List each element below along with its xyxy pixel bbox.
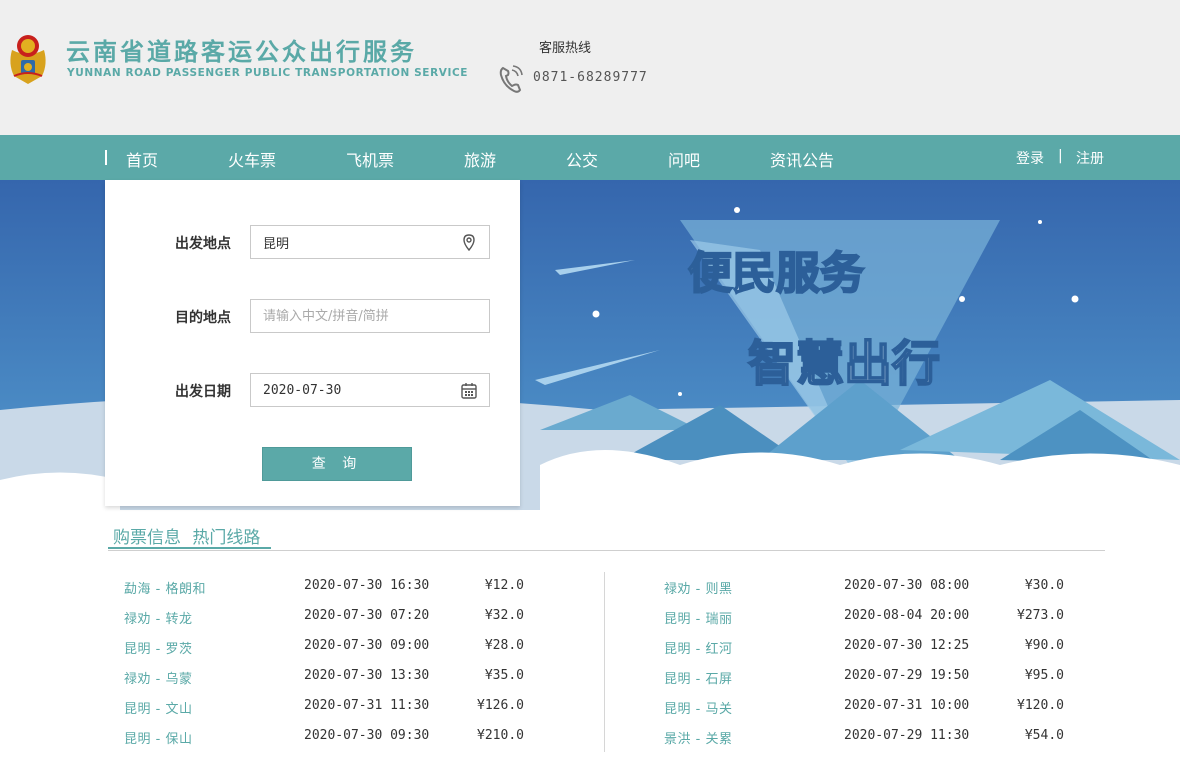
tab-hot-routes[interactable]: 热门线路: [192, 523, 260, 548]
register-link[interactable]: 注册: [1076, 148, 1104, 168]
route-price: ¥120.0: [1017, 698, 1064, 713]
from-input[interactable]: [251, 226, 451, 258]
route-name: 禄劝 - 乌蒙: [124, 672, 193, 687]
route-name: 昆明 - 石屏: [664, 672, 733, 687]
route-datetime: 2020-07-30 07:20: [304, 608, 430, 623]
site-header: 云南省道路客运公众出行服务 YUNNAN ROAD PASSENGER PUBL…: [0, 0, 1180, 135]
phone-icon: [499, 65, 523, 93]
route-price: ¥54.0: [1024, 728, 1064, 743]
route-price: ¥273.0: [1017, 608, 1064, 623]
route-row[interactable]: 禄劝 - 转龙 2020-07-30 07:20 ¥32.0: [124, 608, 524, 638]
route-row[interactable]: 禄劝 - 乌蒙 2020-07-30 13:30 ¥35.0: [124, 668, 524, 698]
route-name: 勐海 - 格朗和: [124, 582, 206, 597]
route-name: 昆明 - 保山: [124, 732, 193, 747]
route-price: ¥95.0: [1024, 668, 1064, 683]
route-name: 景洪 - 关累: [664, 732, 733, 747]
date-label: 出发日期: [175, 384, 231, 400]
date-field[interactable]: [250, 373, 490, 407]
routes-tabs: 购票信息 热门线路: [113, 523, 266, 548]
route-row[interactable]: 昆明 - 文山 2020-07-31 11:30 ¥126.0: [124, 698, 524, 728]
login-link[interactable]: 登录: [1016, 148, 1044, 168]
route-price: ¥30.0: [1024, 578, 1064, 593]
nav-divider: [105, 150, 107, 165]
site-title: 云南省道路客运公众出行服务: [66, 38, 417, 66]
banner-slogan-2: 智慧出行: [748, 336, 940, 392]
auth-separator: |: [1058, 148, 1063, 164]
route-name: 禄劝 - 转龙: [124, 612, 193, 627]
ticket-search-panel: 出发地点 目的地点 出发日期 查 询: [105, 180, 520, 506]
tab-ticket-info[interactable]: 购票信息: [113, 523, 181, 548]
route-row[interactable]: 昆明 - 马关 2020-07-31 10:00 ¥120.0: [664, 698, 1064, 728]
site-subtitle: YUNNAN ROAD PASSENGER PUBLIC TRANSPORTAT…: [67, 67, 469, 79]
from-label: 出发地点: [175, 236, 231, 252]
route-row[interactable]: 昆明 - 石屏 2020-07-29 19:50 ¥95.0: [664, 668, 1064, 698]
route-name: 昆明 - 马关: [664, 702, 733, 717]
route-row[interactable]: 禄劝 - 则黑 2020-07-30 08:00 ¥30.0: [664, 578, 1064, 608]
route-datetime: 2020-07-29 19:50: [844, 668, 970, 683]
national-emblem-icon: [10, 35, 46, 84]
route-row[interactable]: 昆明 - 红河 2020-07-30 12:25 ¥90.0: [664, 638, 1064, 668]
calendar-icon[interactable]: [461, 382, 477, 399]
tab-divider: [108, 550, 1105, 551]
nav-item-train-tickets[interactable]: 火车票: [228, 147, 276, 171]
route-price: ¥12.0: [484, 578, 524, 593]
nav-item-air-tickets[interactable]: 飞机票: [346, 147, 394, 171]
nav-item-qa[interactable]: 问吧: [668, 147, 700, 171]
route-name: 昆明 - 文山: [124, 702, 193, 717]
to-label: 目的地点: [175, 310, 231, 326]
route-price: ¥28.0: [484, 638, 524, 653]
route-datetime: 2020-07-31 10:00: [844, 698, 970, 713]
nav-item-travel[interactable]: 旅游: [464, 147, 496, 171]
route-row[interactable]: 勐海 - 格朗和 2020-07-30 16:30 ¥12.0: [124, 578, 524, 608]
route-row[interactable]: 昆明 - 罗茨 2020-07-30 09:00 ¥28.0: [124, 638, 524, 668]
route-price: ¥210.0: [477, 728, 524, 743]
route-price: ¥32.0: [484, 608, 524, 623]
hotline-label: 客服热线: [539, 41, 592, 56]
hotline-number: 0871-68289777: [533, 70, 648, 85]
route-row[interactable]: 昆明 - 保山 2020-07-30 09:30 ¥210.0: [124, 728, 524, 758]
route-price: ¥90.0: [1024, 638, 1064, 653]
route-datetime: 2020-07-30 09:00: [304, 638, 430, 653]
from-field[interactable]: [250, 225, 490, 259]
route-name: 昆明 - 红河: [664, 642, 733, 657]
nav-item-bus[interactable]: 公交: [566, 147, 598, 171]
date-input[interactable]: [251, 374, 451, 406]
route-datetime: 2020-07-30 16:30: [304, 578, 430, 593]
active-tab-underline: [108, 547, 271, 549]
nav-item-home[interactable]: 首页: [126, 147, 158, 171]
route-price: ¥126.0: [477, 698, 524, 713]
route-row[interactable]: 景洪 - 关累 2020-07-29 11:30 ¥54.0: [664, 728, 1064, 758]
route-datetime: 2020-07-30 13:30: [304, 668, 430, 683]
route-datetime: 2020-07-30 09:30: [304, 728, 430, 743]
route-datetime: 2020-07-30 12:25: [844, 638, 970, 653]
route-datetime: 2020-07-30 08:00: [844, 578, 970, 593]
to-field[interactable]: [250, 299, 490, 333]
main-nav: 首页 火车票 飞机票 旅游 公交 问吧 资讯公告 登录 | 注册: [0, 135, 1180, 180]
column-divider: [604, 572, 605, 752]
route-datetime: 2020-07-31 11:30: [304, 698, 430, 713]
route-price: ¥35.0: [484, 668, 524, 683]
route-datetime: 2020-08-04 20:00: [844, 608, 970, 623]
banner-slogan-1: 便民服务: [688, 248, 864, 299]
route-name: 昆明 - 罗茨: [124, 642, 193, 657]
search-button[interactable]: 查 询: [262, 447, 412, 481]
nav-item-news[interactable]: 资讯公告: [770, 147, 834, 171]
map-pin-icon[interactable]: [461, 234, 477, 251]
route-name: 禄劝 - 则黑: [664, 582, 733, 597]
to-input[interactable]: [251, 300, 451, 332]
route-row[interactable]: 昆明 - 瑞丽 2020-08-04 20:00 ¥273.0: [664, 608, 1064, 638]
route-name: 昆明 - 瑞丽: [664, 612, 733, 627]
route-datetime: 2020-07-29 11:30: [844, 728, 970, 743]
